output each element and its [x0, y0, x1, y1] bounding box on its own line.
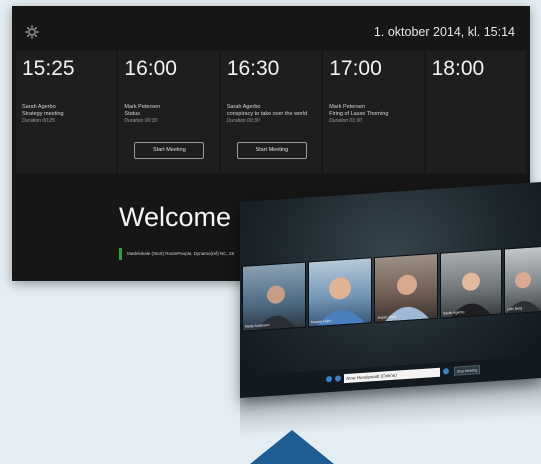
participant-tile[interactable]: Kasper Holm: [308, 257, 372, 328]
slot-duration: Duration 00:30: [124, 118, 158, 124]
slot-time: 16:00: [124, 57, 177, 80]
participant-tile[interactable]: Lars Berg: [504, 245, 541, 315]
participant-photo: [257, 285, 295, 330]
date-time: 1. oktober 2014, kl. 15:14: [373, 25, 515, 39]
call-participant-input[interactable]: Arne Hundewadt (Online): [344, 367, 440, 384]
dial-icon[interactable]: [443, 368, 449, 375]
slot-time: 17:00: [329, 57, 382, 80]
schedule-slot: 15:25 Sarah Agerbo Strategy meeting Dura…: [16, 51, 117, 173]
microphone-icon[interactable]: [326, 375, 332, 383]
slot-duration: Duration 00:25: [22, 118, 55, 124]
schedule-slot: 16:00 Mark Petersen Status Duration 00:3…: [118, 51, 219, 173]
schedule-slot: 18:00: [425, 51, 527, 173]
participant-photo: [451, 272, 491, 317]
participant-photo: [385, 274, 429, 322]
start-meeting-button[interactable]: Start Meeting: [134, 142, 205, 159]
slot-organizer: Mark Petersen: [329, 104, 365, 110]
slot-duration: Duration 01:00: [329, 118, 363, 124]
slot-duration: Duration 00:30: [226, 118, 260, 124]
camera-icon[interactable]: [335, 375, 341, 382]
stop-meeting-button[interactable]: Stop Meeting: [454, 365, 480, 376]
participant-tile[interactable]: Jesper Koch: [374, 252, 438, 324]
participant-photo: [317, 277, 365, 326]
slot-organizer: Sarah Agerbo: [226, 104, 261, 110]
schedule-slot: 17:00 Mark Petersen Firing of Lasse Thor…: [323, 51, 424, 173]
slot-subject: Strategy meeting: [22, 111, 64, 117]
welcome-heading: Welcome: [119, 202, 232, 232]
schedule-slot: 16:30 Sarah Agerbo conspiracy to take ov…: [220, 51, 322, 173]
slot-organizer: Mark Petersen: [124, 104, 161, 110]
slot-subject: Firing of Lasse Thorning: [329, 111, 389, 117]
video-conference-window: Mette Andersen Kasper Holm Jesper Koch S…: [240, 182, 541, 398]
slot-time: 18:00: [431, 57, 485, 80]
gear-icon[interactable]: [25, 25, 39, 39]
participant-tile[interactable]: Mette Andersen: [242, 261, 306, 332]
slot-subject: conspiracy to take over the world: [226, 111, 308, 117]
participant-photo: [507, 272, 541, 314]
slot-organizer: Sarah Agerbo: [22, 104, 56, 110]
start-meeting-button[interactable]: Start Meeting: [236, 142, 307, 159]
ticker-accent: [119, 248, 122, 260]
room-ticker: Mødelokale (Stort) RoomPeople, Dynamo(re…: [127, 251, 235, 256]
slot-time: 16:30: [226, 57, 280, 80]
schedule: 15:25 Sarah Agerbo Strategy meeting Dura…: [16, 51, 527, 173]
participant-tile[interactable]: Sarah Agerbo: [440, 248, 502, 319]
slot-time: 15:25: [22, 57, 75, 80]
slot-subject: Status: [124, 111, 140, 117]
